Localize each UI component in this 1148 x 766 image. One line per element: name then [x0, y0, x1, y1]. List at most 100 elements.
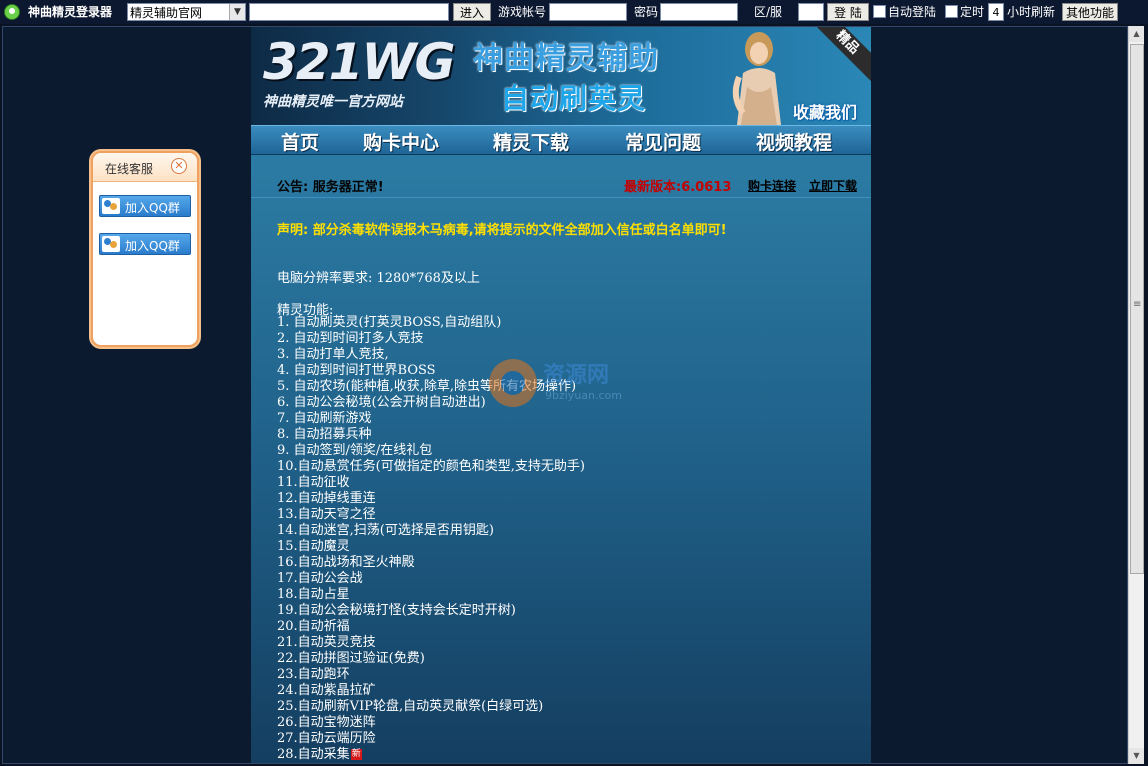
feature-text: 17.自动公会战	[277, 571, 363, 586]
feature-text: 4. 自动到时间打世界BOSS	[277, 363, 436, 378]
feature-item: 9. 自动签到/领奖/在线礼包	[277, 443, 585, 459]
latest-version: 最新版本:6.0613	[624, 180, 732, 195]
feature-text: 9. 自动签到/领奖/在线礼包	[277, 443, 433, 458]
feature-item: 13.自动天穹之径	[277, 507, 585, 523]
auto-login-checkbox[interactable]	[873, 5, 886, 18]
online-service-widget: 在线客服 ✕ 加入QQ群 加入QQ群	[91, 151, 199, 347]
nav-buy-card[interactable]: 购卡中心	[363, 128, 439, 155]
feature-text: 19.自动公会秘境打怪(支持会长定时开树)	[277, 603, 516, 618]
zone-label: 区/服	[754, 5, 783, 19]
feature-text: 28.自动采集	[277, 747, 350, 762]
join-qq-group-button[interactable]: 加入QQ群	[99, 233, 191, 255]
feature-text: 23.自动跑环	[277, 667, 350, 682]
feature-item: 24.自动紫晶拉矿	[277, 683, 585, 699]
join-qq-label: 加入QQ群	[125, 201, 180, 215]
feature-text: 1. 自动刷英灵(打英灵BOSS,自动组队)	[277, 315, 502, 330]
account-input[interactable]	[549, 3, 627, 21]
new-badge: 新	[350, 749, 362, 760]
feature-text: 7. 自动刷新游戏	[277, 411, 372, 426]
scroll-up-icon[interactable]: ▲	[1129, 26, 1144, 42]
buy-card-link[interactable]: 购卡连接	[748, 177, 796, 194]
watermark-logo-icon	[489, 359, 537, 407]
feature-text: 2. 自动到时间打多人竞技	[277, 331, 424, 346]
feature-item: 8. 自动招募兵种	[277, 427, 585, 443]
feature-text: 16.自动战场和圣火神殿	[277, 555, 415, 570]
vertical-scrollbar[interactable]: ▲ ▼	[1128, 26, 1144, 764]
login-button[interactable]: 登 陆	[827, 3, 869, 21]
chevron-down-icon[interactable]: ▼	[229, 4, 245, 20]
feature-text: 11.自动征收	[277, 475, 350, 490]
other-functions-button[interactable]: 其他功能	[1062, 3, 1118, 21]
disclaimer-text: 声明: 部分杀毒软件误报木马病毒,请将提示的文件全部加入信任或白名单即可!	[277, 223, 727, 238]
refresh-hours-input[interactable]: 4	[988, 3, 1004, 21]
download-now-link[interactable]: 立即下载	[809, 177, 857, 194]
feature-text: 27.自动云端历险	[277, 731, 376, 746]
qq-group-icon	[102, 236, 120, 252]
feature-item: 1. 自动刷英灵(打英灵BOSS,自动组队)	[277, 315, 585, 331]
app-logo-icon	[4, 4, 20, 20]
timer-label: 定时	[960, 5, 985, 19]
site-logo[interactable]: 321WG	[263, 33, 456, 91]
announcement-text: 公告: 服务器正常!	[277, 180, 384, 195]
watermark-title: 资源网	[543, 363, 610, 388]
feature-item: 11.自动征收	[277, 475, 585, 491]
close-icon[interactable]: ✕	[171, 158, 187, 174]
timer-checkbox[interactable]	[945, 5, 958, 18]
feature-item: 18.自动占星	[277, 587, 585, 603]
join-qq-label: 加入QQ群	[125, 239, 180, 253]
feature-text: 20.自动祈福	[277, 619, 350, 634]
url-input[interactable]	[249, 3, 449, 21]
banner-subtitle: 自动刷英灵	[501, 82, 647, 115]
web-page: 321WG 神曲精灵唯一官方网站 神曲精灵辅助 自动刷英灵 精品 收藏我们 首页…	[251, 27, 871, 763]
feature-item: 17.自动公会战	[277, 571, 585, 587]
feature-text: 10.自动悬赏任务(可做指定的颜色和类型,支持无助手)	[277, 459, 585, 474]
site-select[interactable]: 精灵辅助官网 ▼	[127, 3, 246, 21]
feature-text: 12.自动掉线重连	[277, 491, 376, 506]
zone-input[interactable]	[798, 3, 824, 21]
feature-text: 25.自动刷新VIP轮盘,自动英灵献祭(白绿可选)	[277, 699, 544, 714]
logo-subtitle: 神曲精灵唯一官方网站	[263, 94, 403, 110]
resolution-requirement: 电脑分辨率要求: 1280*768及以上	[277, 271, 480, 286]
feature-text: 21.自动英灵竞技	[277, 635, 376, 650]
feature-item: 21.自动英灵竞技	[277, 635, 585, 651]
password-label: 密码	[634, 5, 659, 19]
qq-group-icon	[102, 198, 120, 214]
feature-text: 6. 自动公会秘境(公会开树自动进出)	[277, 395, 486, 410]
site-select-value: 精灵辅助官网	[130, 6, 203, 20]
feature-item: 7. 自动刷新游戏	[277, 411, 585, 427]
featured-ribbon: 精品	[804, 27, 871, 86]
go-button[interactable]: 进入	[453, 3, 491, 21]
feature-text: 8. 自动招募兵种	[277, 427, 372, 442]
feature-text: 3. 自动打单人竞技,	[277, 347, 389, 362]
password-input[interactable]	[660, 3, 738, 21]
feature-item: 22.自动拼图过验证(免费)	[277, 651, 585, 667]
feature-item: 26.自动宝物迷阵	[277, 715, 585, 731]
nav-video-tutorial[interactable]: 视频教程	[756, 128, 832, 155]
browser-viewport: 321WG 神曲精灵唯一官方网站 神曲精灵辅助 自动刷英灵 精品 收藏我们 首页…	[2, 26, 1128, 764]
main-nav: 首页 购卡中心 精灵下载 常见问题 视频教程	[251, 125, 871, 155]
bookmark-link[interactable]: 收藏我们	[793, 99, 857, 123]
feature-item: 23.自动跑环	[277, 667, 585, 683]
notice-bar: 公告: 服务器正常! 最新版本:6.0613 购卡连接 立即下载	[251, 169, 871, 198]
watermark-url: 9bziyuan.com	[545, 389, 622, 402]
character-figure-icon	[732, 32, 781, 125]
feature-item: 19.自动公会秘境打怪(支持会长定时开树)	[277, 603, 585, 619]
nav-faq[interactable]: 常见问题	[625, 128, 701, 155]
watermark: 资源网 9bziyuan.com	[489, 357, 679, 413]
app-title: 神曲精灵登录器	[28, 5, 113, 19]
feature-item: 15.自动魔灵	[277, 539, 585, 555]
feature-item: 12.自动掉线重连	[277, 491, 585, 507]
join-qq-group-button[interactable]: 加入QQ群	[99, 195, 191, 217]
scroll-down-icon[interactable]: ▼	[1129, 748, 1144, 764]
feature-text: 15.自动魔灵	[277, 539, 350, 554]
scrollbar-thumb[interactable]	[1130, 44, 1144, 574]
nav-download[interactable]: 精灵下载	[493, 128, 569, 155]
feature-item: 28.自动采集新	[277, 747, 585, 763]
feature-item: 25.自动刷新VIP轮盘,自动英灵献祭(白绿可选)	[277, 699, 585, 715]
feature-text: 18.自动占星	[277, 587, 350, 602]
feature-item: 10.自动悬赏任务(可做指定的颜色和类型,支持无助手)	[277, 459, 585, 475]
feature-text: 22.自动拼图过验证(免费)	[277, 651, 425, 666]
feature-text: 13.自动天穹之径	[277, 507, 376, 522]
service-title: 在线客服	[105, 162, 154, 176]
nav-home[interactable]: 首页	[281, 128, 319, 155]
